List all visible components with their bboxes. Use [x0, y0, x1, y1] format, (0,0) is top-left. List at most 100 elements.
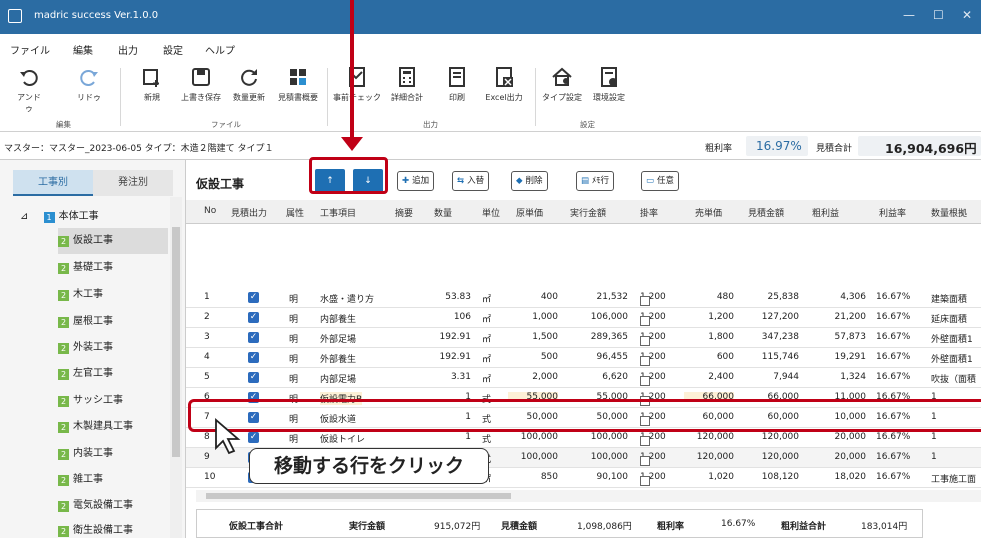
cell-unit[interactable]: ㎡ — [482, 372, 491, 385]
cell-qty[interactable]: 192.91 — [426, 352, 472, 362]
cell-attr[interactable]: 明 — [289, 332, 298, 345]
maximize-icon[interactable]: ☐ — [933, 8, 944, 22]
cell-exec[interactable]: 106,000 — [566, 312, 628, 322]
tree-item-temporary-work[interactable]: 2 仮設工事 — [58, 228, 168, 254]
scrollbar-thumb[interactable] — [206, 493, 511, 499]
cell-profit[interactable]: 1,324 — [806, 372, 866, 382]
cell-unit[interactable]: ㎡ — [482, 352, 491, 365]
cell-item[interactable]: 外部養生 — [320, 352, 356, 365]
cell-attr[interactable]: 明 — [289, 372, 298, 385]
cell-exec[interactable]: 100,000 — [566, 432, 628, 442]
menu-settings[interactable]: 設定 — [163, 42, 183, 57]
cell-cost[interactable]: 500 — [508, 352, 558, 362]
cell-profit[interactable]: 20,000 — [806, 452, 867, 462]
detail-total-button[interactable]: 詳細合計 — [386, 66, 428, 103]
cell-cost[interactable]: 100,000 — [508, 452, 558, 462]
cell-pct[interactable]: 16.67% — [876, 312, 910, 322]
add-button[interactable]: ✚ 追加 — [397, 171, 435, 191]
cell-no[interactable]: 1 — [204, 292, 210, 302]
cell-cost[interactable]: 1,000 — [508, 312, 558, 322]
save-button[interactable]: 上書き保存 — [178, 66, 224, 103]
cell-sell[interactable]: 1,200 — [684, 312, 734, 322]
output-checkbox[interactable]: ✓ — [248, 332, 259, 343]
excel-export-button[interactable]: Excel出力 — [480, 66, 528, 103]
tree-item[interactable]: 2 木製建具工事 — [58, 414, 168, 440]
cell-no[interactable]: 9 — [204, 452, 210, 462]
rate-checkbox[interactable] — [640, 376, 650, 386]
cell-sell[interactable]: 120,000 — [684, 452, 734, 462]
cell-profit[interactable]: 18,020 — [806, 472, 867, 482]
col-output[interactable]: 見積出力 — [231, 206, 267, 219]
cell-qty[interactable]: 192.91 — [426, 332, 472, 342]
cell-qty[interactable]: 53.83 — [426, 292, 471, 302]
tree-item[interactable]: 2 内装工事 — [58, 441, 168, 467]
memo-row-button[interactable]: ▤ ﾒﾓ行 — [576, 171, 615, 191]
tree-root[interactable]: ⊿ 1 本体工事 — [20, 207, 99, 223]
cell-exec[interactable]: 289,365 — [566, 332, 628, 342]
cell-profit[interactable]: 19,291 — [806, 352, 867, 362]
collapse-icon[interactable]: ⊿ — [20, 211, 28, 222]
cell-exec[interactable]: 96,455 — [566, 352, 629, 362]
cell-item[interactable]: 外部足場 — [320, 332, 356, 345]
col-pct[interactable]: 利益率 — [879, 206, 906, 219]
tree-item[interactable]: 2 外装工事 — [58, 335, 168, 361]
cell-rate[interactable]: 1.200 — [640, 352, 666, 366]
cell-unit[interactable]: 式 — [482, 432, 491, 445]
tab-by-work[interactable]: 工事別 — [13, 170, 93, 196]
table-row[interactable]: 4 ✓ 明 外部養生 192.91 ㎡ 500 96,455 1.200 600 115,746 19… — [186, 348, 981, 368]
cell-basis[interactable]: 吹抜（面積 — [931, 372, 976, 385]
cell-profit[interactable]: 20,000 — [806, 432, 867, 442]
cell-no[interactable]: 8 — [204, 432, 210, 442]
tree-item[interactable]: 2 基礎工事 — [58, 255, 168, 281]
col-attr[interactable]: 属性 — [286, 206, 304, 219]
rate-checkbox[interactable] — [640, 476, 650, 486]
cell-est[interactable]: 115,746 — [741, 352, 799, 362]
output-checkbox[interactable]: ✓ — [248, 292, 259, 303]
cell-no[interactable]: 4 — [204, 352, 210, 362]
cell-unit[interactable]: ㎡ — [482, 332, 491, 345]
cell-est[interactable]: 7,944 — [741, 372, 799, 382]
cell-profit[interactable]: 57,873 — [806, 332, 867, 342]
cell-cost[interactable]: 2,000 — [508, 372, 558, 382]
print-button[interactable]: 印刷 — [439, 66, 475, 103]
rate-checkbox[interactable] — [640, 296, 650, 306]
cell-sell[interactable]: 600 — [684, 352, 734, 362]
cell-pct[interactable]: 16.67% — [876, 472, 910, 482]
cell-pct[interactable]: 16.67% — [876, 432, 910, 442]
cell-no[interactable]: 3 — [204, 332, 210, 342]
cell-sell[interactable]: 480 — [684, 292, 734, 302]
cell-exec[interactable]: 6,620 — [566, 372, 628, 382]
output-checkbox[interactable]: ✓ — [248, 312, 259, 323]
cell-sell[interactable]: 120,000 — [684, 432, 734, 442]
col-est[interactable]: 見積金額 — [748, 206, 784, 219]
cell-unit[interactable]: ㎡ — [482, 292, 491, 305]
table-row[interactable]: 1 ✓ 明 水盛・遣り方 53.83 ㎡ 400 21,532 1.200 480 25,838 4,… — [186, 288, 981, 308]
cell-attr[interactable]: 明 — [289, 352, 298, 365]
col-rate[interactable]: 掛率 — [640, 206, 658, 219]
cell-pct[interactable]: 16.67% — [876, 332, 910, 342]
cell-basis[interactable]: 1 — [931, 452, 937, 462]
optional-button[interactable]: ▭ 任意 — [641, 171, 680, 191]
cell-est[interactable]: 120,000 — [741, 452, 799, 462]
output-checkbox[interactable]: ✓ — [248, 372, 259, 383]
menu-help[interactable]: ヘルプ — [205, 42, 235, 57]
cell-qty[interactable]: 3.31 — [426, 372, 471, 382]
cell-attr[interactable]: 明 — [289, 312, 298, 325]
cell-qty[interactable]: 106 — [426, 312, 471, 322]
type-settings-button[interactable]: タイプ設定 — [541, 66, 583, 103]
cell-cost[interactable]: 100,000 — [508, 432, 558, 442]
tree-item[interactable]: 2 衛生設備工事 — [58, 518, 168, 544]
tree-item[interactable]: 2 屋根工事 — [58, 309, 168, 335]
cell-no[interactable]: 2 — [204, 312, 210, 322]
scrollbar-thumb[interactable] — [172, 227, 180, 457]
tree-item[interactable]: 2 雑工事 — [58, 467, 168, 493]
cell-profit[interactable]: 21,200 — [806, 312, 867, 322]
update-quantity-button[interactable]: 数量更新 — [229, 66, 269, 103]
rate-checkbox[interactable] — [640, 436, 650, 446]
table-row[interactable]: 5 ✓ 明 内部足場 3.31 ㎡ 2,000 6,620 1.200 2,400 7,944 1,3… — [186, 368, 981, 388]
cell-est[interactable]: 127,200 — [741, 312, 799, 322]
cell-est[interactable]: 108,120 — [741, 472, 799, 482]
precheck-button[interactable]: 事前チェック — [333, 66, 381, 103]
tree-scrollbar[interactable] — [170, 197, 182, 538]
table-row[interactable]: 3 ✓ 明 外部足場 192.91 ㎡ 1,500 289,365 1.200 1,800 347,… — [186, 328, 981, 348]
